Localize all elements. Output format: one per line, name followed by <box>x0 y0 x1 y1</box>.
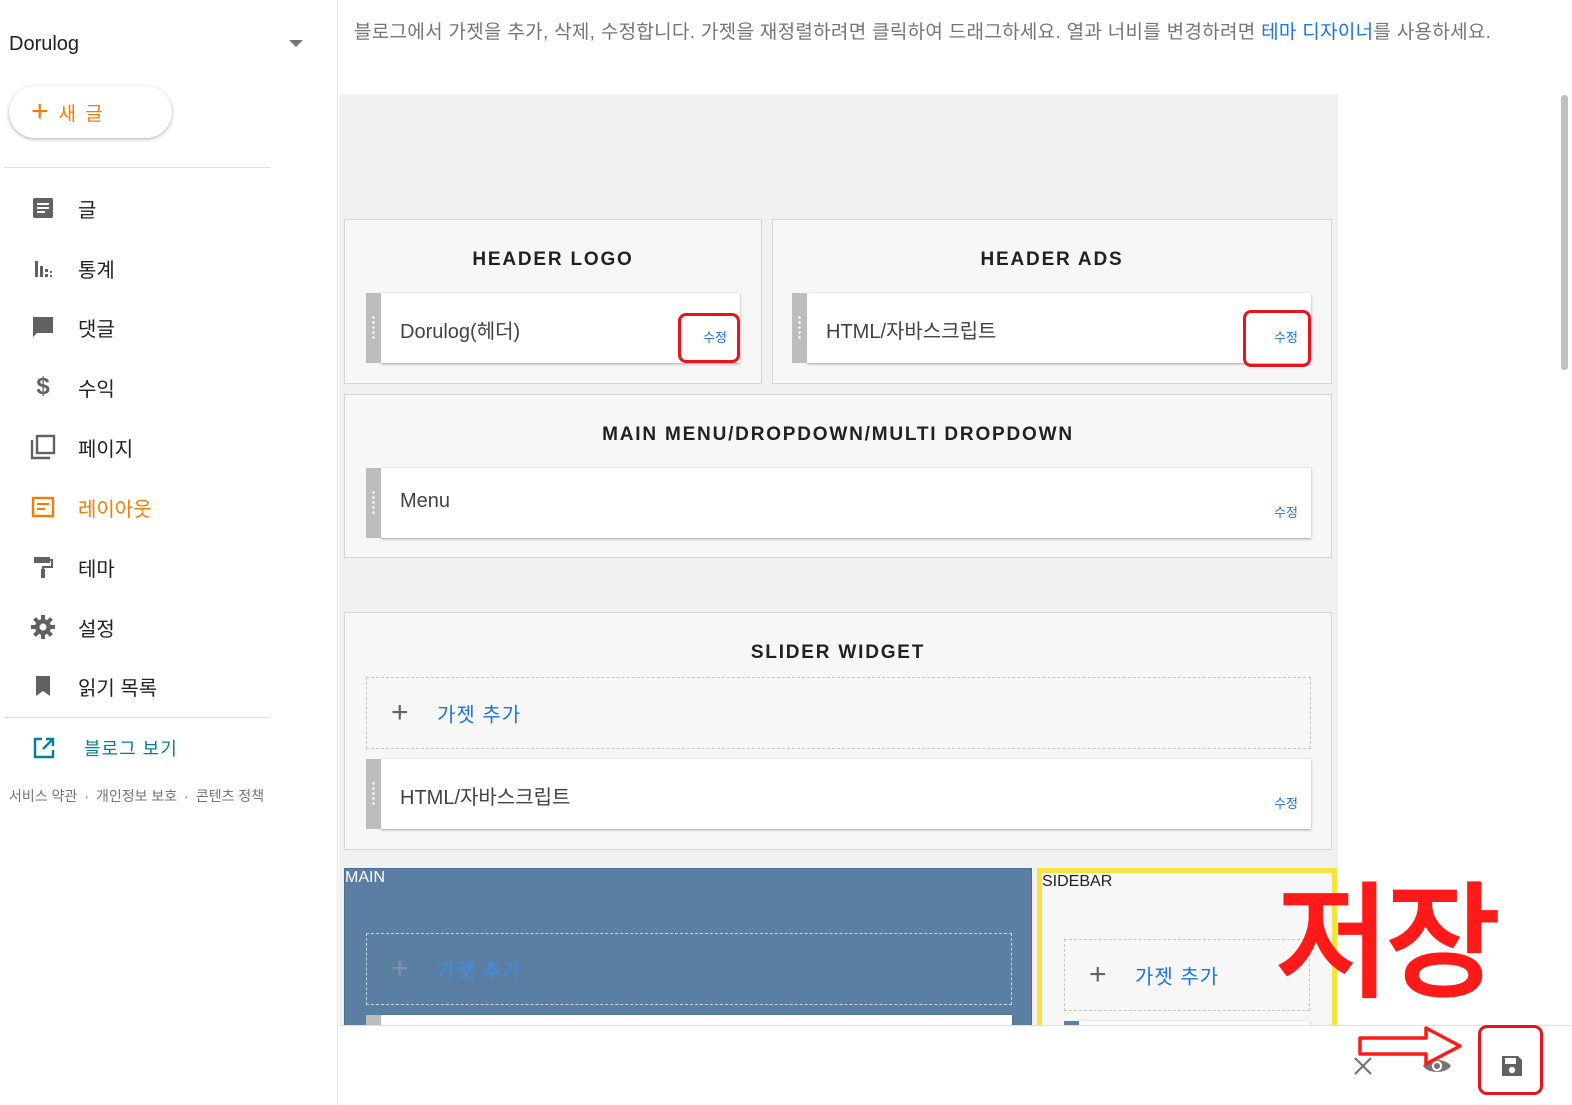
posts-icon <box>30 195 56 221</box>
drag-handle-icon[interactable] <box>366 468 381 538</box>
add-gadget-label: 가젯 추가 <box>437 704 522 727</box>
edit-link[interactable]: 수정 <box>1274 502 1298 521</box>
footer-separator: · <box>84 788 89 804</box>
sidebar-item-label: 수익 <box>78 378 115 401</box>
section-title: SLIDER WIDGET <box>750 642 926 663</box>
stats-icon <box>30 255 56 281</box>
save-icon <box>1502 1056 1522 1076</box>
gadget-header-ads[interactable]: HTML/자바스크립트 수정 <box>792 293 1311 363</box>
section-header-logo: HEADER LOGO Dorulog(헤더) 수정 <box>344 219 762 384</box>
theme-designer-link[interactable]: 테마 디자이너 <box>1261 22 1373 43</box>
save-annotation-label: 저장 <box>1276 875 1500 1013</box>
annotation-arrow-icon <box>1358 1026 1462 1066</box>
sidebar-item-label: 글 <box>78 199 97 222</box>
gadget-name: Dorulog(헤더) <box>400 321 521 343</box>
description-text-end: 를 사용하세요. <box>1373 22 1492 43</box>
plus-icon: + <box>391 952 409 985</box>
save-button[interactable] <box>1494 1048 1530 1084</box>
sidebar-item-reading-list[interactable]: 읽기 목록 <box>0 664 300 708</box>
section-title: MAIN MENU/DROPDOWN/MULTI DROPDOWN <box>602 424 1074 445</box>
layout-description: 블로그에서 가젯을 추가, 삭제, 수정합니다. 가젯을 재정렬하려면 클릭하여… <box>354 18 1564 47</box>
gadget-name: Menu <box>400 490 451 512</box>
description-text: 블로그에서 가젯을 추가, 삭제, 수정합니다. 가젯을 재정렬하려면 클릭하여… <box>354 22 1262 43</box>
footer-links: 서비스 약관 · 개인정보 보호 · 콘텐츠 정책 <box>9 786 264 806</box>
sidebar-divider <box>4 717 270 718</box>
sidebar-item-label: 테마 <box>78 558 115 581</box>
drag-handle-icon[interactable] <box>366 1015 381 1025</box>
plus-icon: + <box>391 696 409 729</box>
section-title: HEADER LOGO <box>472 249 634 270</box>
drag-handle-icon[interactable] <box>366 293 381 363</box>
layout-canvas: HEADER LOGO Dorulog(헤더) 수정 HEADER ADS HT… <box>339 94 1338 1025</box>
section-main-menu: MAIN MENU/DROPDOWN/MULTI DROPDOWN Menu 수… <box>344 394 1332 558</box>
plus-icon: + <box>1089 958 1107 991</box>
dropdown-caret-icon <box>289 40 303 47</box>
view-blog-link[interactable]: 블로그 보기 <box>0 728 300 768</box>
earnings-icon: $ <box>36 373 50 400</box>
section-title: HEADER ADS <box>980 249 1124 270</box>
reading-list-icon <box>30 673 56 699</box>
settings-icon <box>30 614 56 640</box>
drag-handle-icon[interactable] <box>366 759 381 829</box>
sidebar-item-label: 설정 <box>78 618 115 641</box>
view-blog-label: 블로그 보기 <box>84 739 178 759</box>
page-scrollbar[interactable] <box>1561 95 1568 370</box>
sidebar-item-label: 페이지 <box>78 438 134 461</box>
sidebar-item-label: 레이아웃 <box>78 498 152 521</box>
layout-icon <box>30 494 56 520</box>
sidebar-item-stats[interactable]: 통계 <box>0 246 300 290</box>
add-gadget-button[interactable]: + 가젯 추가 <box>366 677 1311 749</box>
sidebar-item-theme[interactable]: 테마 <box>0 545 300 589</box>
gadget-slider-html[interactable]: HTML/자바스크립트 수정 <box>366 759 1311 829</box>
add-gadget-button[interactable]: + 가젯 추가 <box>1064 939 1310 1011</box>
sidebar-item-settings[interactable]: 설정 <box>0 605 300 649</box>
gadget-main-partial[interactable] <box>366 1015 1012 1025</box>
section-slider-widget: SLIDER WIDGET + 가젯 추가 HTML/자바스크립트 수정 <box>344 612 1332 850</box>
plus-icon: + <box>31 95 49 128</box>
section-header-ads: HEADER ADS HTML/자바스크립트 수정 <box>772 219 1332 384</box>
section-title: MAIN <box>345 869 385 886</box>
sidebar-item-pages[interactable]: 페이지 <box>0 425 300 469</box>
footer-separator: · <box>184 788 189 804</box>
comments-icon <box>30 314 56 340</box>
section-main: MAIN + 가젯 추가 <box>344 868 1032 1025</box>
edit-link[interactable]: 수정 <box>1274 327 1298 346</box>
gadget-name: HTML/자바스크립트 <box>826 321 997 343</box>
sidebar-item-label: 읽기 목록 <box>78 677 158 700</box>
sidebar-item-comments[interactable]: 댓글 <box>0 305 300 349</box>
edit-link[interactable]: 수정 <box>1274 793 1298 812</box>
sidebar-item-posts[interactable]: 글 <box>0 186 300 230</box>
edit-link[interactable]: 수정 <box>703 327 727 346</box>
gadget-menu[interactable]: Menu 수정 <box>366 468 1311 538</box>
blog-selector[interactable]: Dorulog <box>9 30 309 58</box>
sidebar-item-label: 댓글 <box>78 318 115 341</box>
content-policy-link[interactable]: 콘텐츠 정책 <box>196 788 264 804</box>
gadget-name: HTML/자바스크립트 <box>400 787 571 809</box>
blog-name: Dorulog <box>9 33 80 55</box>
new-post-button[interactable]: + 새 글 <box>9 86 172 138</box>
add-gadget-label: 가젯 추가 <box>437 960 522 983</box>
gadget-header-logo[interactable]: Dorulog(헤더) 수정 <box>366 293 740 363</box>
sidebar-item-layout[interactable]: 레이아웃 <box>0 485 300 529</box>
sidebar: Dorulog + 새 글 글 통계 댓글 $ 수익 페이지 레이아웃 테마 설… <box>0 0 338 1105</box>
open-in-new-icon <box>32 736 56 765</box>
terms-link[interactable]: 서비스 약관 <box>9 788 77 804</box>
new-post-label: 새 글 <box>58 103 105 125</box>
sidebar-item-label: 통계 <box>78 259 115 282</box>
sidebar-item-earnings[interactable]: $ 수익 <box>0 365 300 409</box>
theme-icon <box>30 554 56 580</box>
drag-handle-icon[interactable] <box>792 293 807 363</box>
add-gadget-button[interactable]: + 가젯 추가 <box>366 933 1012 1005</box>
pages-icon <box>30 434 56 460</box>
privacy-link[interactable]: 개인정보 보호 <box>96 788 177 804</box>
add-gadget-label: 가젯 추가 <box>1135 966 1220 989</box>
sidebar-divider <box>4 167 270 168</box>
